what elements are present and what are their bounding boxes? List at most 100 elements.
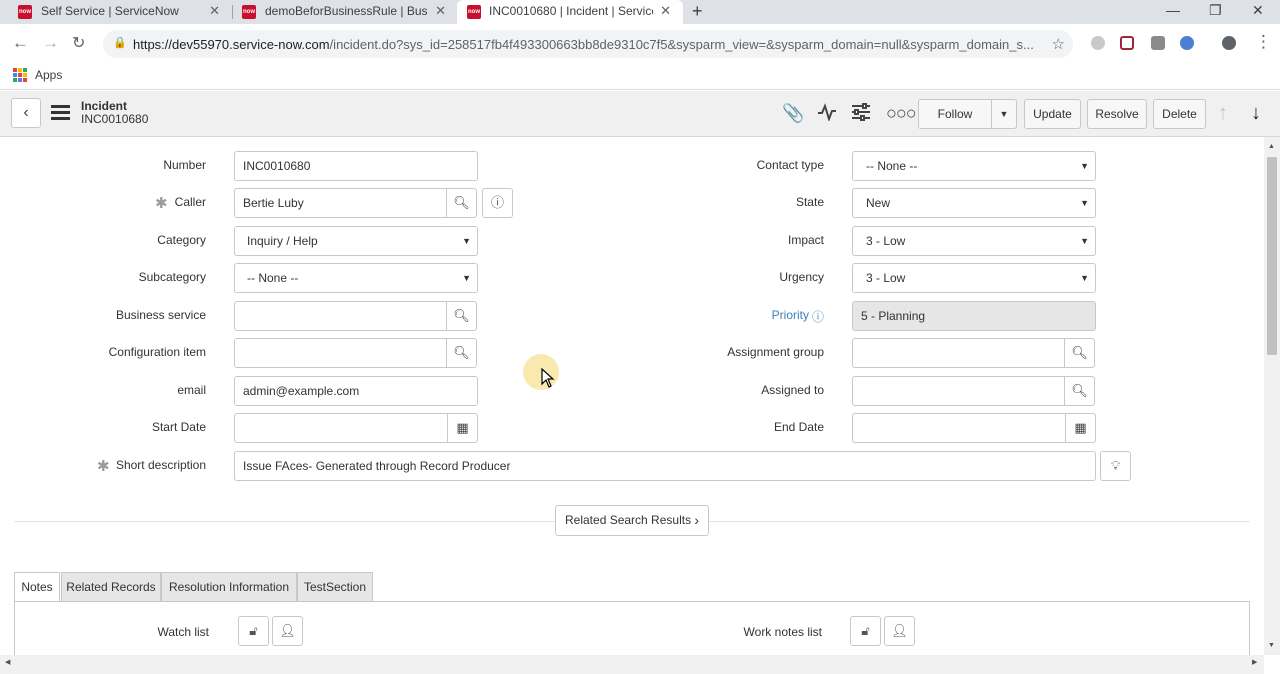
profile-avatar-icon[interactable] bbox=[1222, 36, 1236, 50]
contact-type-value: -- None -- bbox=[866, 159, 918, 173]
horizontal-scrollbar[interactable]: ◀ ▶ bbox=[0, 655, 1264, 674]
follow-dropdown-icon[interactable]: ▼ bbox=[991, 99, 1017, 129]
tab-related-records[interactable]: Related Records bbox=[61, 572, 161, 602]
lock-icon[interactable]: 🔓︎ bbox=[850, 616, 881, 646]
back-button[interactable]: ‹ bbox=[11, 98, 41, 128]
apps-grid-icon[interactable] bbox=[13, 68, 27, 82]
more-options-icon[interactable]: ○○○ bbox=[886, 103, 917, 124]
bookmark-star-icon[interactable]: ☆ bbox=[1052, 35, 1065, 53]
start-date-label: Start Date bbox=[151, 420, 206, 434]
start-date-field[interactable] bbox=[234, 413, 448, 443]
info-icon[interactable]: ⓘ bbox=[482, 188, 513, 218]
previous-record-icon[interactable]: ↑ bbox=[1218, 102, 1228, 125]
close-window-icon[interactable]: ✕ bbox=[1252, 0, 1264, 20]
reload-icon[interactable]: ↻ bbox=[72, 33, 85, 53]
related-search-results-button[interactable]: Related Search Results › bbox=[555, 505, 709, 536]
update-button[interactable]: Update bbox=[1024, 99, 1081, 129]
contact-type-label: Contact type bbox=[756, 158, 824, 172]
activity-icon[interactable] bbox=[817, 103, 837, 126]
vertical-scrollbar[interactable]: ▲ ▼ bbox=[1264, 137, 1280, 655]
close-tab-icon[interactable]: ✕ bbox=[209, 3, 220, 19]
urgency-select[interactable]: 3 - Low ▼ bbox=[852, 263, 1096, 293]
servicenow-favicon-icon: now bbox=[242, 5, 256, 19]
extension-icon[interactable] bbox=[1180, 36, 1194, 50]
priority-label[interactable]: Priority bbox=[772, 308, 809, 322]
short-description-field[interactable]: Issue FAces- Generated through Record Pr… bbox=[234, 451, 1096, 481]
forward-arrow-icon[interactable]: → bbox=[42, 33, 59, 53]
contact-type-select[interactable]: -- None -- ▼ bbox=[852, 151, 1096, 181]
subcategory-select[interactable]: -- None -- ▼ bbox=[234, 263, 478, 293]
close-tab-icon[interactable]: ✕ bbox=[435, 3, 446, 19]
extension-icon[interactable] bbox=[1091, 36, 1105, 50]
add-user-icon[interactable]: 👤︎ bbox=[884, 616, 915, 646]
next-record-icon[interactable]: ↓ bbox=[1251, 102, 1261, 125]
end-date-label: End Date bbox=[773, 420, 824, 434]
add-user-icon[interactable]: 👤︎ bbox=[272, 616, 303, 646]
resolve-button[interactable]: Resolve bbox=[1087, 99, 1147, 129]
new-tab-button[interactable]: + bbox=[692, 0, 703, 22]
search-icon[interactable]: 🔍︎ bbox=[446, 301, 477, 331]
record-number: INC0010680 bbox=[81, 112, 149, 126]
chevron-down-icon: ▼ bbox=[1080, 198, 1089, 208]
follow-button[interactable]: Follow bbox=[918, 99, 992, 129]
number-field[interactable]: INC0010680 bbox=[234, 151, 478, 181]
browser-menu-icon[interactable]: ⋮ bbox=[1255, 32, 1272, 52]
impact-value: 3 - Low bbox=[866, 234, 906, 248]
browser-tab-incident[interactable]: now INC0010680 | Incident | ServiceN ✕ bbox=[457, 0, 683, 24]
browser-tab-self-service[interactable]: now Self Service | ServiceNow ✕ bbox=[0, 0, 232, 24]
close-tab-icon[interactable]: ✕ bbox=[660, 3, 671, 19]
lock-icon[interactable]: 🔓︎ bbox=[238, 616, 269, 646]
search-icon[interactable]: 🔍︎ bbox=[1064, 376, 1095, 406]
scroll-up-icon[interactable]: ▲ bbox=[1268, 143, 1275, 150]
assignment-group-field[interactable] bbox=[852, 338, 1065, 368]
search-icon[interactable]: 🔍︎ bbox=[1064, 338, 1095, 368]
browser-tab-title: Self Service | ServiceNow bbox=[41, 4, 179, 18]
browser-tab-title: INC0010680 | Incident | ServiceN bbox=[489, 4, 653, 18]
tab-testsection[interactable]: TestSection bbox=[297, 572, 373, 602]
browser-tab-business-rule[interactable]: now demoBeforBusinessRule | Busine ✕ bbox=[232, 0, 456, 24]
end-date-field[interactable] bbox=[852, 413, 1066, 443]
configuration-item-field[interactable] bbox=[234, 338, 447, 368]
scroll-down-icon[interactable]: ▼ bbox=[1268, 642, 1275, 649]
category-select[interactable]: Inquiry / Help ▼ bbox=[234, 226, 478, 256]
impact-label: Impact bbox=[787, 233, 824, 247]
chevron-down-icon: ▼ bbox=[462, 236, 471, 246]
search-icon[interactable]: 🔍︎ bbox=[446, 188, 477, 218]
extension-icon[interactable] bbox=[1151, 36, 1165, 50]
help-icon[interactable]: ⓘ bbox=[812, 308, 824, 325]
hamburger-menu-icon[interactable] bbox=[51, 105, 70, 123]
calendar-icon[interactable]: ▦ bbox=[1065, 413, 1096, 443]
assigned-to-field[interactable] bbox=[852, 376, 1065, 406]
personalize-sliders-icon[interactable] bbox=[851, 103, 871, 126]
scroll-right-icon[interactable]: ▶ bbox=[1252, 658, 1257, 666]
tab-notes[interactable]: Notes bbox=[14, 572, 60, 602]
restore-window-icon[interactable]: ❐ bbox=[1209, 0, 1222, 20]
search-icon[interactable]: 🔍︎ bbox=[446, 338, 477, 368]
short-description-label: Short description bbox=[115, 458, 206, 472]
chevron-down-icon: ▼ bbox=[462, 273, 471, 283]
state-label: State bbox=[795, 195, 824, 209]
extension-icon[interactable] bbox=[1120, 36, 1134, 50]
tab-resolution-information[interactable]: Resolution Information bbox=[161, 572, 297, 602]
minimize-window-icon[interactable]: — bbox=[1166, 0, 1180, 20]
impact-select[interactable]: 3 - Low ▼ bbox=[852, 226, 1096, 256]
servicenow-favicon-icon: now bbox=[467, 5, 481, 19]
apps-bookmark[interactable]: Apps bbox=[35, 68, 62, 82]
address-bar[interactable]: 🔒 https://dev55970.service-now.com/incid… bbox=[103, 30, 1073, 58]
url-text: https://dev55970.service-now.com/inciden… bbox=[133, 37, 1034, 52]
delete-button[interactable]: Delete bbox=[1153, 99, 1206, 129]
back-arrow-icon[interactable]: ← bbox=[12, 33, 29, 53]
bookmarks-bar: Apps bbox=[0, 64, 1280, 90]
servicenow-favicon-icon: now bbox=[18, 5, 32, 19]
calendar-icon[interactable]: ▦ bbox=[447, 413, 478, 443]
caller-label: Caller bbox=[174, 195, 206, 209]
scrollbar-thumb[interactable] bbox=[1267, 157, 1277, 355]
browser-tab-title: demoBeforBusinessRule | Busine bbox=[265, 4, 427, 18]
caller-field[interactable]: Bertie Luby bbox=[234, 188, 447, 218]
scroll-left-icon[interactable]: ◀ bbox=[5, 658, 10, 666]
lightbulb-icon[interactable]: 💡︎ bbox=[1100, 451, 1131, 481]
business-service-field[interactable] bbox=[234, 301, 447, 331]
paperclip-icon[interactable]: 📎 bbox=[782, 103, 804, 124]
email-field[interactable]: admin@example.com bbox=[234, 376, 478, 406]
state-select[interactable]: New ▼ bbox=[852, 188, 1096, 218]
